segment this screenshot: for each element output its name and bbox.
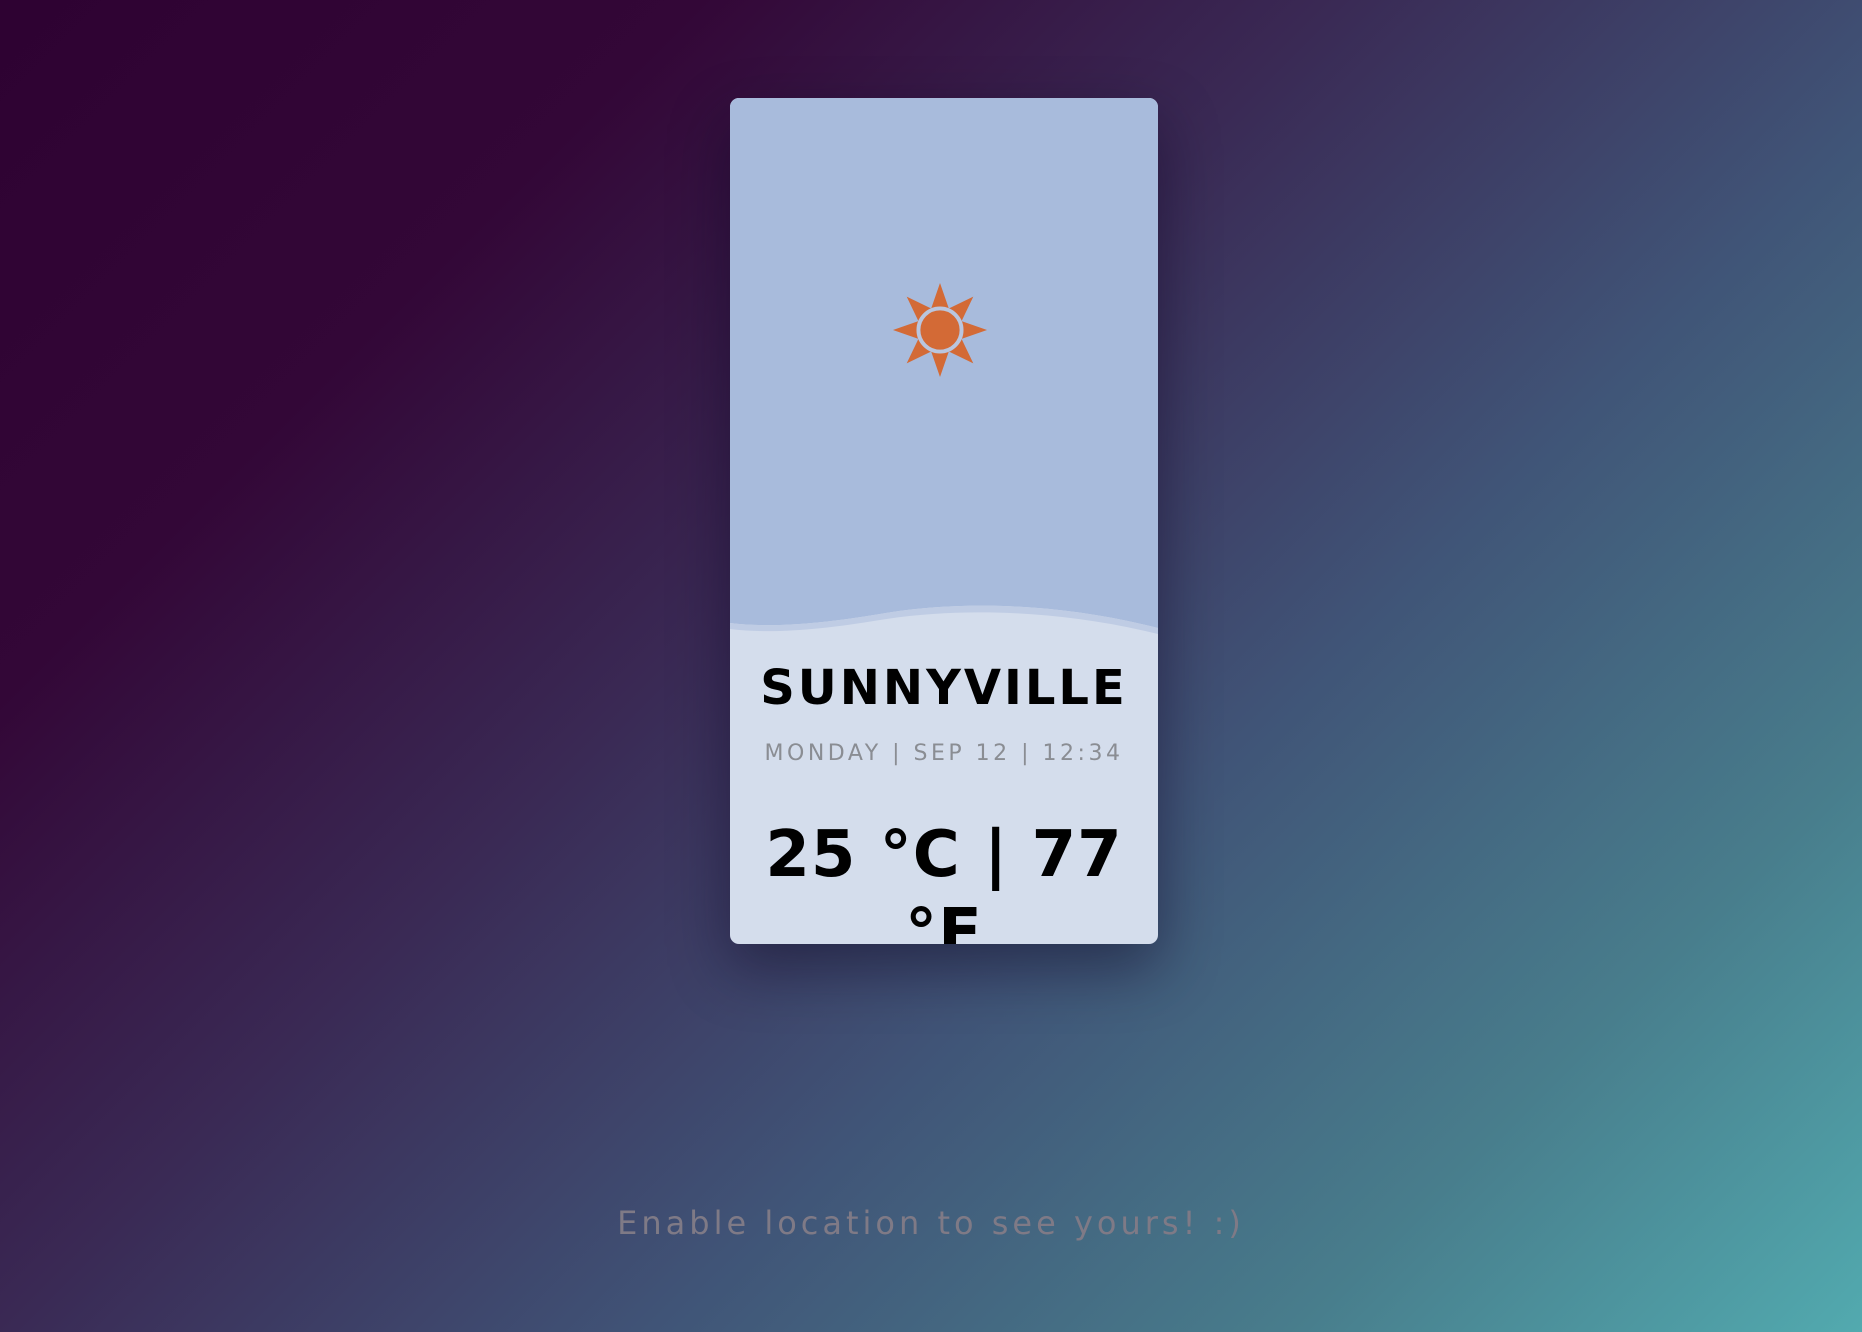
temperature: 25 °C | 77 °F — [765, 818, 1123, 944]
sun-icon — [892, 282, 988, 378]
weather-card: SUNNYVILLE MONDAY | SEP 12 | 12:34 25 °C… — [730, 98, 1158, 944]
date-time: MONDAY | SEP 12 | 12:34 — [764, 741, 1124, 766]
location-hint: Enable location to see yours! :) — [617, 1204, 1245, 1242]
city-name: SUNNYVILLE — [760, 660, 1128, 716]
